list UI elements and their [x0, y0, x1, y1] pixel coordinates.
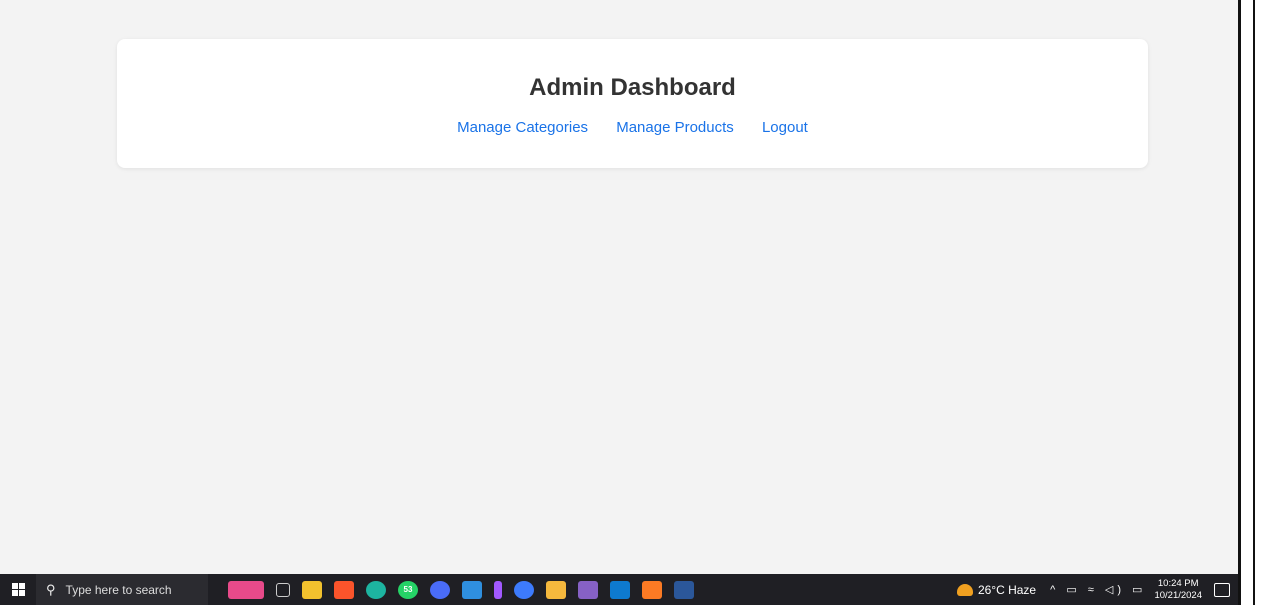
window-border-outer — [1253, 0, 1255, 605]
figma-icon[interactable] — [494, 580, 502, 599]
weather-text: 26°C Haze — [977, 582, 1037, 597]
brave-browser-icon[interactable] — [334, 580, 354, 599]
word-icon[interactable] — [674, 580, 694, 599]
search-icon: ⚲ — [46, 581, 56, 597]
notification-icon[interactable] — [1214, 582, 1230, 597]
logout-link[interactable]: Logout — [762, 119, 808, 136]
windows-logo-icon — [11, 583, 25, 596]
windows-taskbar: ⚲ Type here to search 53 26°C Haze ^ ▭ ≈… — [0, 574, 1238, 605]
browser-viewport: Admin Dashboard Manage Categories Manage… — [0, 0, 1238, 574]
weather-widget[interactable]: 26°C Haze — [956, 582, 1037, 597]
file-explorer-icon[interactable] — [302, 580, 322, 599]
dashboard-header-card: Admin Dashboard Manage Categories Manage… — [117, 39, 1148, 168]
widgets-icon[interactable] — [228, 580, 264, 599]
taskbar-search-box[interactable]: ⚲ Type here to search — [36, 574, 208, 605]
tray-icons[interactable]: ^ ▭ ≈ ◁) ▭ — [1050, 583, 1146, 596]
medal-icon[interactable] — [546, 580, 566, 599]
manage-categories-link[interactable]: Manage Categories — [457, 119, 588, 136]
visual-studio-icon[interactable] — [578, 580, 598, 599]
start-button[interactable] — [0, 574, 36, 605]
taskbar-pinned-apps: 53 — [222, 580, 700, 599]
page-title: Admin Dashboard — [529, 74, 736, 101]
admin-nav: Manage Categories Manage Products Logout — [117, 119, 1148, 136]
search-placeholder: Type here to search — [65, 582, 172, 597]
app-blue-icon[interactable] — [430, 580, 450, 599]
clock-date: 10/21/2024 — [1154, 589, 1202, 601]
whatsapp-badge: 53 — [403, 585, 413, 594]
manage-products-link[interactable]: Manage Products — [616, 119, 734, 136]
weather-icon — [956, 583, 973, 596]
whatsapp-icon[interactable]: 53 — [398, 580, 418, 599]
clock[interactable]: 10:24 PM 10/21/2024 — [1154, 578, 1202, 602]
window-gap — [1241, 0, 1253, 605]
app-play-icon[interactable] — [514, 580, 534, 599]
xampp-icon[interactable] — [642, 580, 662, 599]
edge-browser-icon[interactable] — [366, 580, 386, 599]
vscode-icon[interactable] — [610, 580, 630, 599]
clock-time: 10:24 PM — [1157, 577, 1199, 589]
system-tray: 26°C Haze ^ ▭ ≈ ◁) ▭ 10:24 PM 10/21/2024 — [956, 578, 1238, 602]
task-view-icon[interactable] — [276, 582, 290, 597]
app-cube-icon[interactable] — [462, 580, 482, 599]
